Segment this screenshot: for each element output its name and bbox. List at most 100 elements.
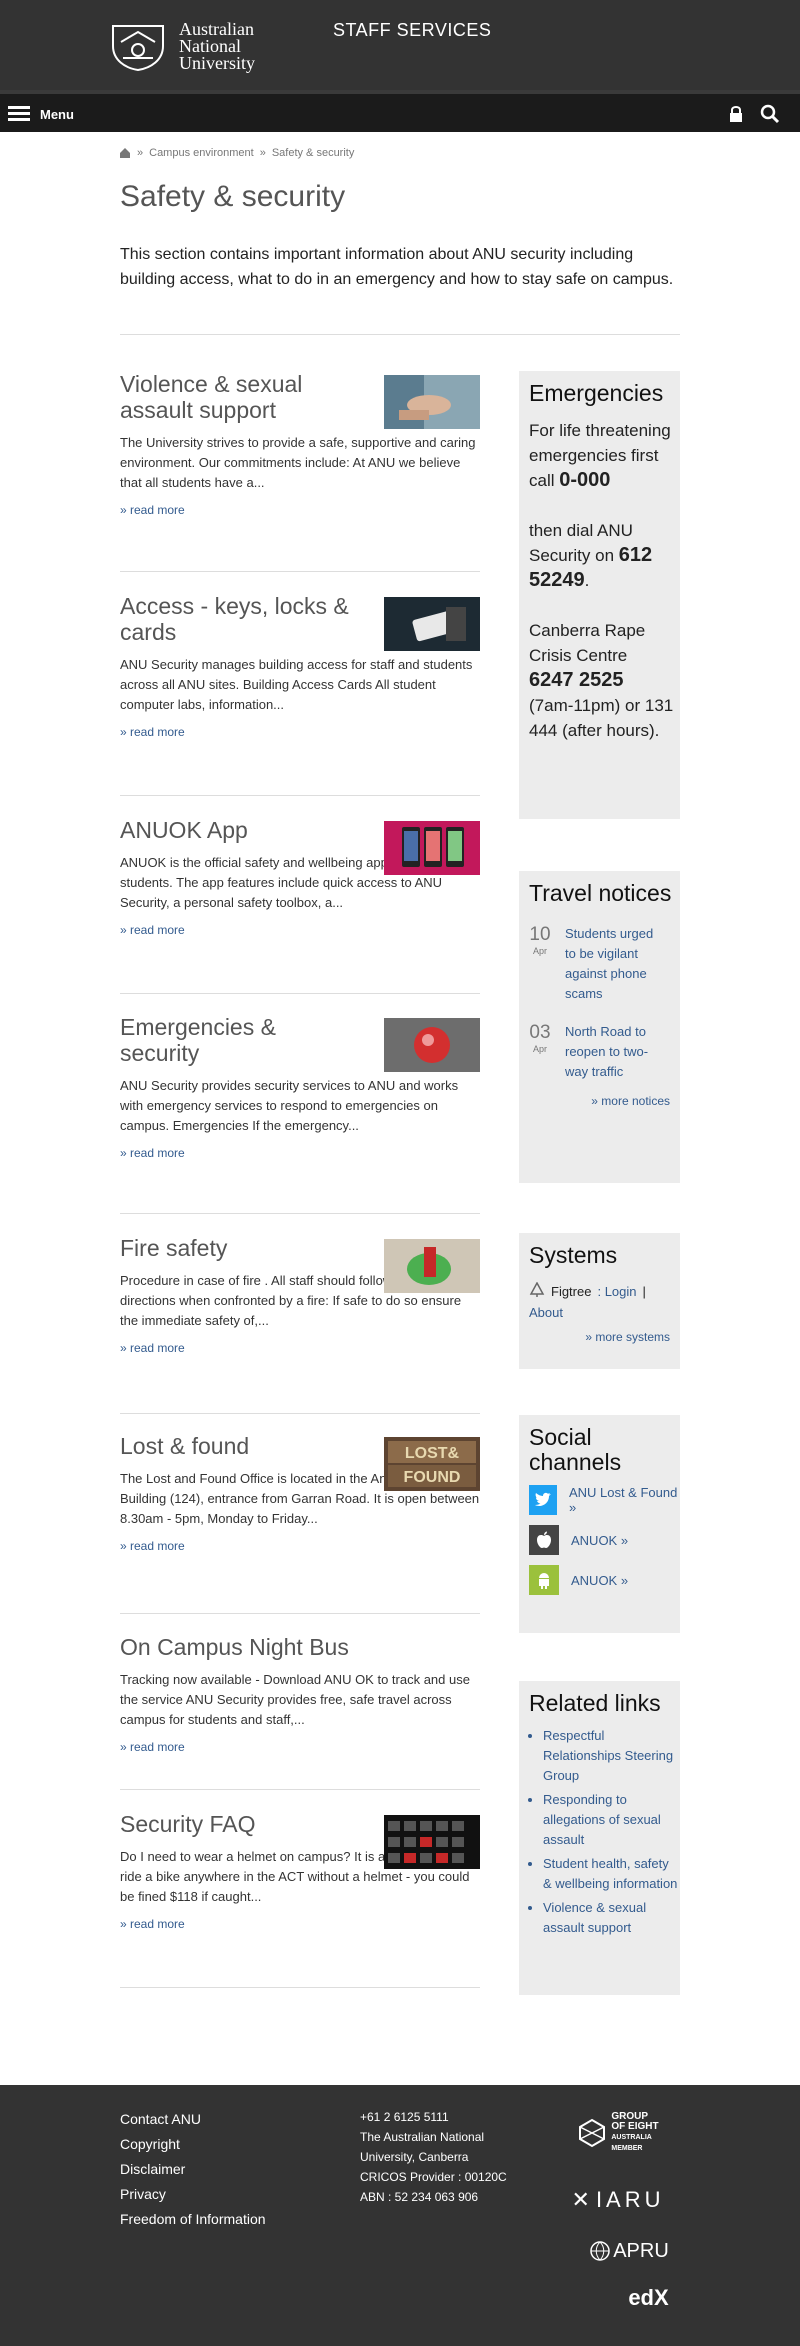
article-title[interactable]: On Campus Night Bus	[120, 1634, 480, 1660]
app-screens-photo-icon[interactable]	[384, 821, 480, 875]
figtree-about-link[interactable]: About	[529, 1305, 563, 1320]
nav-icons	[722, 100, 784, 128]
article-anuok-app: ANUOK App ANUOK is the official safety a…	[107, 817, 480, 994]
travel-notices-box: Travel notices 10 Apr Students urged to …	[519, 871, 680, 1183]
go8-logo[interactable]: GROUP OF EIGHT AUSTRALIA MEMBER	[566, 2105, 670, 2161]
divider	[120, 571, 480, 572]
search-icon[interactable]	[756, 100, 784, 128]
article-access-keys: Access - keys, locks & cards ANU Securit…	[107, 593, 480, 796]
apru-logo[interactable]: APRU	[578, 2233, 680, 2269]
read-more-link[interactable]: » read more	[120, 725, 185, 739]
svg-text:LOST&: LOST&	[405, 1445, 460, 1462]
site-title[interactable]: STAFF SERVICES	[333, 20, 491, 41]
alarm-button-photo-icon[interactable]	[384, 1018, 480, 1072]
more-notices-link[interactable]: » more notices	[529, 1094, 680, 1108]
menu-button[interactable]: Menu	[8, 100, 74, 128]
menu-label: Menu	[40, 106, 74, 122]
social-channels-title: Social channels	[529, 1424, 622, 1475]
read-more-link[interactable]: » read more	[120, 1146, 185, 1160]
apru-globe-icon	[590, 2241, 610, 2261]
card-reader-photo-icon[interactable]	[384, 597, 480, 651]
figtree-icon	[529, 1281, 545, 1304]
article-title[interactable]: Emergencies & security	[120, 1014, 360, 1066]
related-link[interactable]: Violence & sexual assault support	[543, 1898, 680, 1938]
anu-logo[interactable]: Australian National University	[107, 20, 322, 72]
footer-link-copyright[interactable]: Copyright	[120, 2136, 180, 2152]
emergencies-box: Emergencies For life threatening emergen…	[519, 371, 680, 819]
divider	[120, 1613, 480, 1614]
notice-date: 03 Apr	[529, 1022, 551, 1054]
social-link-anuok-ios[interactable]: ANUOK »	[571, 1533, 628, 1548]
article-title[interactable]: Security FAQ	[120, 1811, 360, 1837]
fire-extinguisher-photo-icon[interactable]	[384, 1239, 480, 1293]
home-icon[interactable]	[119, 147, 131, 159]
social-item: ANU Lost & Found »	[529, 1485, 680, 1515]
more-systems-link[interactable]: » more systems	[529, 1330, 680, 1344]
android-icon[interactable]	[529, 1565, 559, 1595]
edx-logo[interactable]: edX	[617, 2281, 680, 2315]
divider	[120, 1987, 480, 1988]
footer-link-disclaimer[interactable]: Disclaimer	[120, 2161, 185, 2177]
article-lost-found: Lost & found LOST& FOUND The Lost and Fou…	[107, 1433, 480, 1614]
read-more-link[interactable]: » read more	[120, 503, 185, 517]
figtree-login-link[interactable]: : Login	[597, 1282, 636, 1304]
lock-icon[interactable]	[722, 100, 750, 128]
article-summary: Tracking now available - Download ANU OK…	[120, 1672, 470, 1727]
footer-links: Contact ANU Copyright Disclaimer Privacy…	[120, 2107, 266, 2232]
page-intro: This section contains important informat…	[120, 246, 674, 288]
related-links-title: Related links	[529, 1690, 661, 1716]
divider	[120, 1213, 480, 1214]
iaru-logo[interactable]: ✕ IARU	[556, 2181, 680, 2219]
site-footer: Contact ANU Copyright Disclaimer Privacy…	[0, 2085, 800, 2346]
article-summary: ANU Security provides security services …	[120, 1078, 459, 1133]
footer-link-contact[interactable]: Contact ANU	[120, 2111, 201, 2127]
article-summary: ANU Security manages building access for…	[120, 657, 473, 712]
related-link[interactable]: Respectful Relationships Steering Group	[543, 1726, 680, 1786]
read-more-link[interactable]: » read more	[120, 1740, 185, 1754]
read-more-link[interactable]: » read more	[120, 923, 185, 937]
notice-item: 10 Apr Students urged to be vigilant aga…	[529, 924, 680, 1004]
apple-icon[interactable]	[529, 1525, 559, 1555]
article-summary: The University strives to provide a safe…	[120, 435, 476, 490]
social-item: ANUOK »	[529, 1525, 680, 1555]
divider	[120, 993, 480, 994]
footer-link-foi[interactable]: Freedom of Information	[120, 2211, 266, 2227]
lost-found-photo-icon[interactable]: LOST& FOUND	[384, 1437, 480, 1491]
article-title[interactable]: Access - keys, locks & cards	[120, 593, 360, 645]
breadcrumb-campus-environment[interactable]: Campus environment	[149, 147, 254, 159]
keyboard-photo-icon[interactable]	[384, 1815, 480, 1869]
divider	[120, 334, 680, 335]
article-title[interactable]: Violence & sexual assault support	[120, 371, 360, 423]
related-link[interactable]: Responding to allegations of sexual assa…	[543, 1790, 680, 1850]
article-emergencies-security: Emergencies & security ANU Security prov…	[107, 1014, 480, 1214]
notice-link[interactable]: Students urged to be vigilant against ph…	[565, 924, 665, 1004]
read-more-link[interactable]: » read more	[120, 1917, 185, 1931]
related-links-list: Respectful Relationships Steering Group …	[529, 1726, 680, 1938]
footer-link-privacy[interactable]: Privacy	[120, 2186, 166, 2202]
read-more-link[interactable]: » read more	[120, 1341, 185, 1355]
breadcrumb-safety-security[interactable]: Safety & security	[272, 147, 355, 159]
divider	[120, 1413, 480, 1414]
notice-item: 03 Apr North Road to reopen to two-way t…	[529, 1022, 680, 1082]
iaru-mark-icon: ✕	[571, 2187, 594, 2212]
travel-notices-title: Travel notices	[529, 880, 672, 906]
article-title[interactable]: ANUOK App	[120, 817, 360, 843]
hand-photo-icon[interactable]	[384, 375, 480, 429]
logo-text: Australian National University	[179, 18, 255, 73]
twitter-icon[interactable]	[529, 1485, 557, 1515]
emergency-contact-info: For life threatening emergencies first c…	[529, 421, 674, 740]
divider	[120, 795, 480, 796]
social-link-anuok-android[interactable]: ANUOK »	[571, 1573, 628, 1588]
nav-bar: Menu	[0, 90, 800, 132]
svg-text:FOUND: FOUND	[404, 1469, 461, 1486]
social-link-twitter[interactable]: ANU Lost & Found »	[569, 1485, 680, 1515]
article-title[interactable]: Fire safety	[120, 1235, 360, 1261]
related-link[interactable]: Student health, safety & wellbeing infor…	[543, 1854, 680, 1894]
article-security-faq: Security FAQ Do I need to wear a helmet …	[107, 1811, 480, 1988]
hamburger-icon	[8, 106, 30, 122]
article-night-bus: On Campus Night Bus Tracking now availab…	[107, 1634, 480, 1790]
read-more-link[interactable]: » read more	[120, 1539, 185, 1553]
notice-link[interactable]: North Road to reopen to two-way traffic	[565, 1022, 665, 1082]
divider	[120, 1789, 480, 1790]
article-title[interactable]: Lost & found	[120, 1433, 360, 1459]
